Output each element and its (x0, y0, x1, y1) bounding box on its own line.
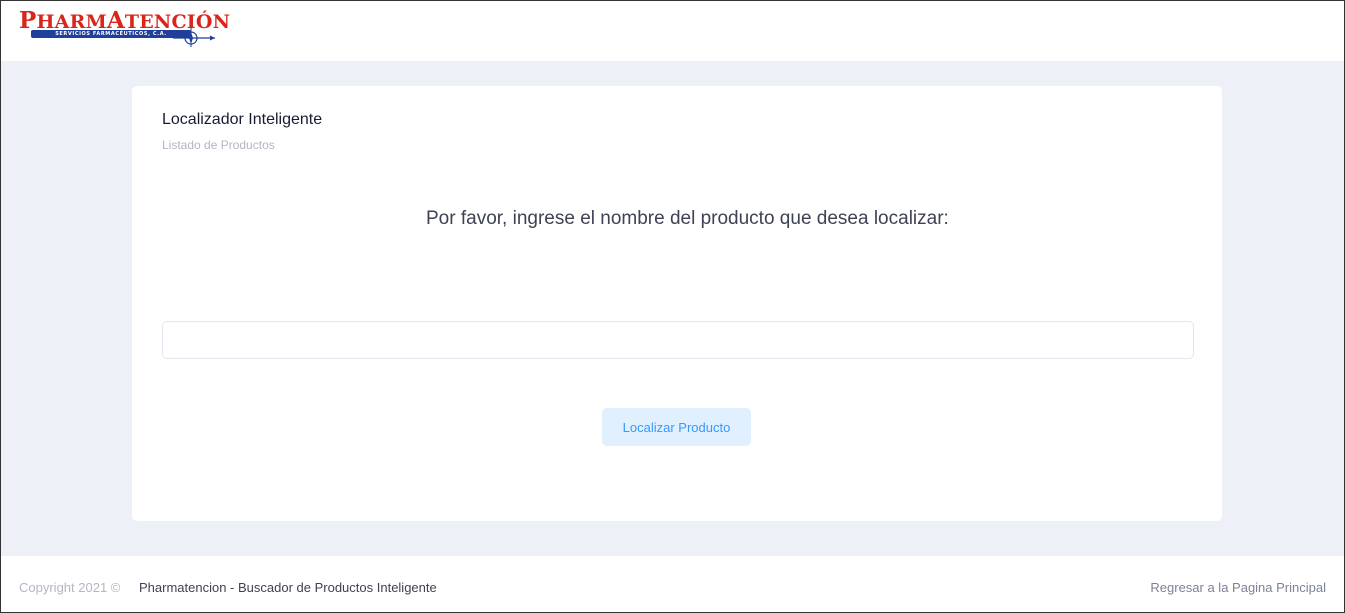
search-prompt: Por favor, ingrese el nombre del product… (426, 208, 949, 229)
compass-rose-icon (173, 27, 215, 47)
main-content: Localizador Inteligente Listado de Produ… (1, 61, 1344, 556)
footer-brand: Pharmatencion - Buscador de Productos In… (139, 580, 437, 595)
card-title: Localizador Inteligente (162, 111, 323, 128)
locator-card: Localizador Inteligente Listado de Produ… (132, 86, 1222, 521)
locate-product-button[interactable]: Localizar Producto (602, 408, 751, 446)
home-link[interactable]: Regresar a la Pagina Principal (1150, 580, 1326, 595)
footer: Copyright 2021 © Pharmatencion - Buscado… (1, 556, 1344, 612)
card-subtitle: Listado de Productos (162, 138, 275, 152)
logo-tagline: SERVICIOS FARMACÉUTICOS, C.A. (31, 30, 191, 38)
pharmatencion-logo[interactable]: PHARMATENCIÓN SERVICIOS FARMACÉUTICOS, C… (17, 9, 230, 50)
footer-copyright: Copyright 2021 © (19, 580, 121, 595)
header: PHARMATENCIÓN SERVICIOS FARMACÉUTICOS, C… (1, 1, 1344, 61)
product-search-input[interactable] (162, 321, 1194, 359)
